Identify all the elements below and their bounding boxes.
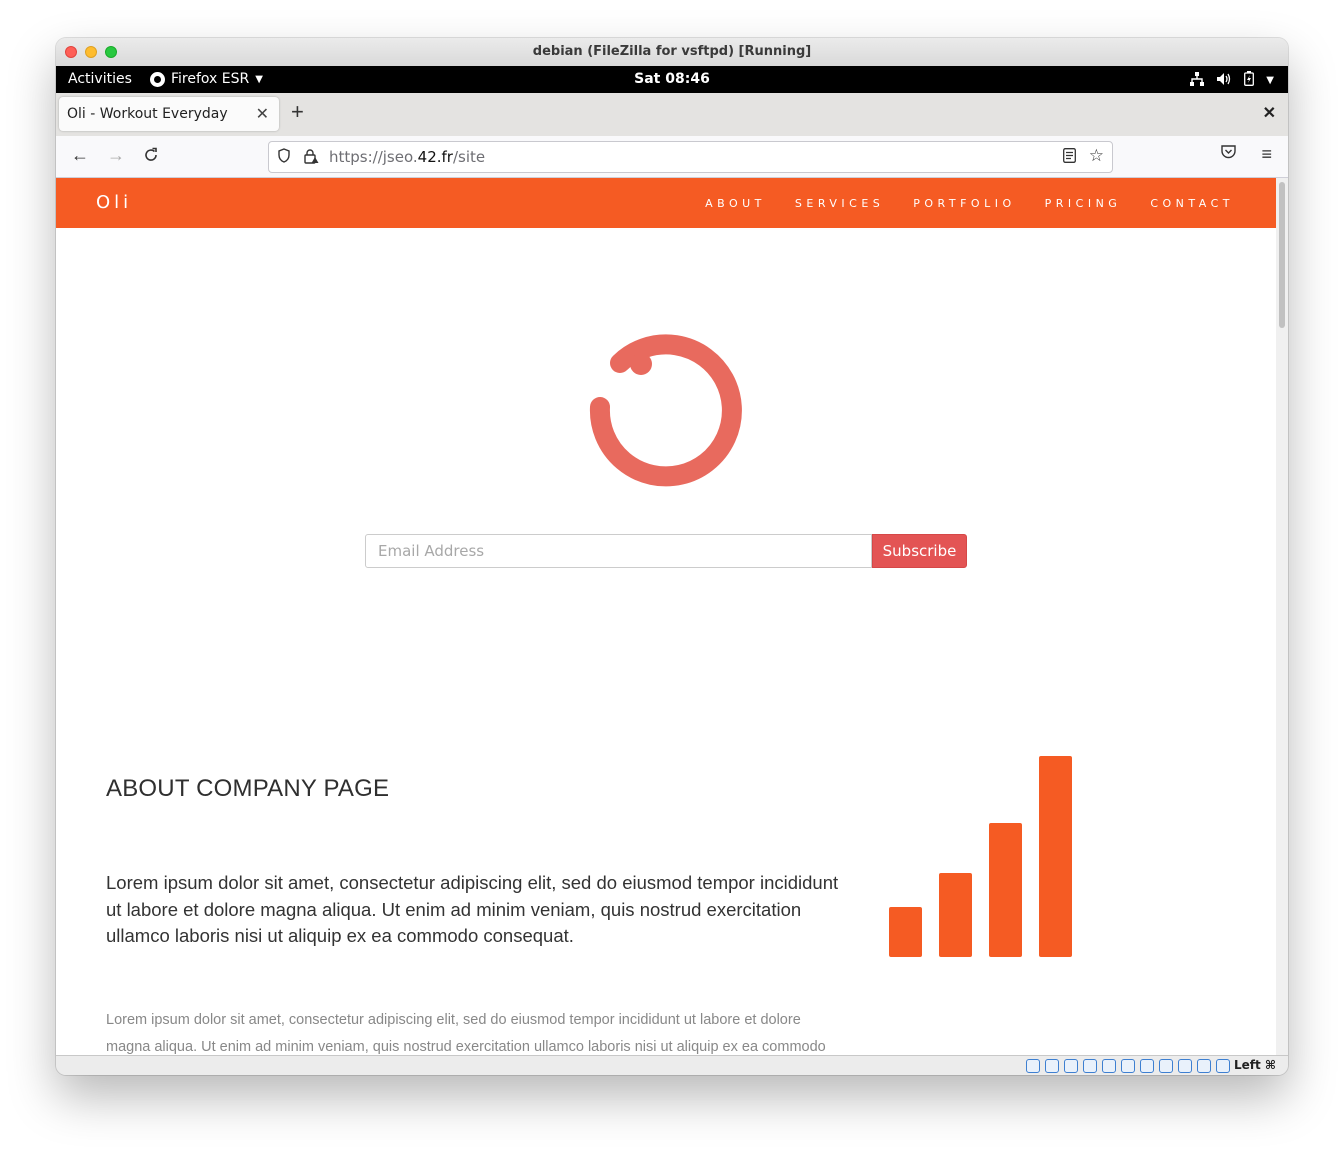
tracking-shield-icon[interactable] [278,148,290,163]
reload-icon[interactable] [143,145,159,167]
keyboard-capture-icon[interactable] [1216,1059,1230,1073]
volume-icon [1216,72,1232,90]
scrollbar-thumb[interactable] [1279,182,1285,328]
page-viewport: Oli ABOUT SERVICES PORTFOLIO PRICING CON… [56,178,1276,1055]
usb-icon[interactable] [1102,1059,1116,1073]
network-icon [1190,71,1205,90]
bookmark-star-icon[interactable]: ☆ [1089,146,1104,166]
shared-folders-icon[interactable] [1121,1059,1135,1073]
url-bar[interactable]: https://jseo.42.fr/site ☆ [268,141,1113,173]
host-key-label: Left ⌘ [1233,1058,1276,1072]
forward-arrow-icon[interactable]: → [107,145,125,165]
cpu-icon[interactable] [1178,1059,1192,1073]
about-body-paragraph: Lorem ipsum dolor sit amet, consectetur … [106,1012,826,1055]
subscribe-form: Subscribe [365,534,967,568]
firefox-tab-bar: Oli - Workout Everyday ✕ + ✕ [56,93,1288,137]
system-tray[interactable]: ▼ [1190,71,1274,90]
optical-drive-icon[interactable] [1045,1059,1059,1073]
bar-chart-icon [889,756,1072,957]
mac-titlebar: debian (FileZilla for vsftpd) [Running] [56,38,1288,67]
audio-icon[interactable] [1064,1059,1078,1073]
nav-link-pricing[interactable]: PRICING [1045,197,1122,210]
firefox-nav-bar: ← → https://jseo.42.fr/site ☆ ≡ [56,136,1288,178]
virtualbox-status-bar: Left ⌘ [56,1055,1288,1075]
url-text[interactable]: https://jseo.42.fr/site [329,148,485,166]
site-navbar: Oli ABOUT SERVICES PORTFOLIO PRICING CON… [56,178,1276,228]
nav-link-about[interactable]: ABOUT [705,197,766,210]
site-logo[interactable]: Oli [96,192,132,213]
close-firefox-icon[interactable]: ✕ [1263,103,1276,123]
browser-tab[interactable]: Oli - Workout Everyday ✕ [59,97,279,131]
virtualbox-device-icons [1026,1059,1230,1073]
hard-disk-icon[interactable] [1026,1059,1040,1073]
mouse-integration-icon[interactable] [1197,1059,1211,1073]
network-adapter-icon[interactable] [1083,1059,1097,1073]
site-menu: ABOUT SERVICES PORTFOLIO PRICING CONTACT [676,197,1234,210]
virtualbox-window: debian (FileZilla for vsftpd) [Running] … [56,38,1288,1075]
recording-icon[interactable] [1159,1059,1173,1073]
back-arrow-icon[interactable]: ← [71,145,89,165]
caret-down-icon: ▼ [1266,75,1274,86]
window-title: debian (FileZilla for vsftpd) [Running] [532,44,812,59]
nav-link-services[interactable]: SERVICES [795,197,884,210]
hamburger-menu-icon[interactable]: ≡ [1261,144,1272,165]
pocket-icon[interactable] [1221,145,1236,163]
page-scrollbar[interactable] [1276,178,1288,1055]
gnome-top-bar: Activities Firefox ESR ▼ Sat 08:46 ▼ [56,66,1288,93]
insecure-lock-icon[interactable] [304,148,319,164]
nav-link-contact[interactable]: CONTACT [1150,197,1234,210]
about-lead-paragraph: Lorem ipsum dolor sit amet, consectetur … [106,872,839,946]
close-tab-icon[interactable]: ✕ [256,104,269,124]
loading-spinner-icon [589,334,742,487]
about-heading: ABOUT COMPANY PAGE [106,775,390,802]
nav-link-portfolio[interactable]: PORTFOLIO [913,197,1015,210]
subscribe-button[interactable]: Subscribe [872,534,967,568]
new-tab-button[interactable]: + [291,101,304,123]
tab-title: Oli - Workout Everyday [67,106,228,122]
clock[interactable]: Sat 08:46 [56,71,1288,87]
reader-view-icon[interactable] [1063,148,1076,166]
email-input[interactable] [365,534,872,568]
display-icon[interactable] [1140,1059,1154,1073]
battery-icon [1244,71,1255,90]
